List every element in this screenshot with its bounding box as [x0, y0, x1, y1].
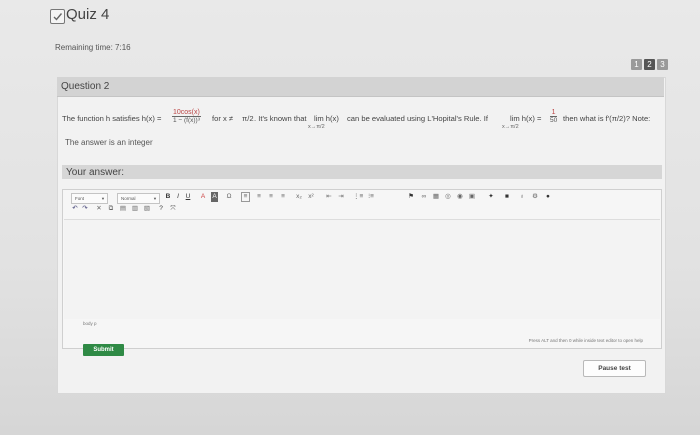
equation-icon[interactable]: ● [544, 192, 552, 202]
page-title: Quiz 4 [66, 6, 110, 23]
title-bar: Quiz 4 [0, 0, 700, 32]
font-select-caret-icon: ▼ [101, 196, 105, 201]
rich-text-editor: Font ▼ Normal ▼ B I U A A Ω ≡ ≡ ≡ ≡ x₂ x² … [62, 189, 662, 349]
subscript-button[interactable]: x₂ [295, 192, 303, 202]
fraction-h-denominator: 1 − (f(x))³ [172, 117, 200, 124]
paste-text-icon[interactable]: ▥ [131, 204, 139, 214]
your-answer-header: Your answer: [62, 165, 662, 179]
text-color-button[interactable]: A [199, 192, 207, 202]
settings-icon[interactable]: ⚙ [531, 192, 539, 202]
media-icon[interactable]: ■ [503, 192, 511, 202]
outdent-icon[interactable]: ⇤ [325, 192, 333, 202]
help-button[interactable]: ? [157, 204, 165, 214]
bg-color-button[interactable]: A [211, 192, 218, 202]
fraction-h-numerator: 10cos(x) [172, 109, 201, 117]
align-left-icon[interactable]: ≡ [241, 192, 250, 202]
question-statement: The function h satisfies h(x) = 10cos(x)… [62, 107, 677, 137]
undo-button[interactable]: ↶ [71, 204, 79, 214]
limit-subscript: x→π/2 [308, 124, 325, 130]
redo-button[interactable]: ↷ [81, 204, 89, 214]
code-icon[interactable]: ♁ [518, 192, 526, 202]
fraction-value-denominator: 50 [550, 117, 558, 124]
statement-limit: lim h(x) [314, 114, 339, 123]
bold-button[interactable]: B [164, 192, 172, 202]
editor-help-hint: Press ALT and then 0 while inside text e… [528, 338, 643, 343]
answer-note: The answer is an integer [65, 138, 153, 147]
element-path: body p [83, 321, 97, 326]
statement-intro: The function h satisfies h(x) = [62, 114, 162, 123]
font-select-label: Font [75, 196, 85, 201]
editor-toolbar-row-2: ↶ ↷ ✕ ⧉ ▤ ▥ ▧ ? ⤧ [63, 204, 661, 216]
statement-condition: for x ≠ [212, 114, 234, 123]
size-select[interactable]: Normal ▼ [117, 193, 160, 204]
table-icon[interactable]: ▦ [432, 192, 440, 202]
question-nav: 1 2 3 [631, 59, 668, 70]
flag-icon[interactable]: ⚑ [407, 192, 415, 202]
bullet-list-icon[interactable]: ⁝≡ [367, 192, 375, 202]
link-icon[interactable]: ∞ [420, 192, 428, 202]
underline-button[interactable]: U [184, 192, 192, 202]
fraction-value-numerator: 1 [550, 109, 558, 117]
pause-test-button[interactable]: Pause test [583, 360, 646, 377]
insert-icon[interactable]: ✦ [487, 192, 495, 202]
statement-limit-2: lim h(x) = [510, 114, 542, 123]
statement-pi-half: π/2 [242, 114, 254, 123]
editor-toolbar-row-1: Font ▼ Normal ▼ B I U A A Ω ≡ ≡ ≡ ≡ x₂ x² … [63, 192, 661, 204]
numbered-list-icon[interactable]: ⋮≡ [353, 192, 363, 202]
align-center-icon[interactable]: ≡ [255, 192, 263, 202]
align-right-icon[interactable]: ≡ [267, 192, 275, 202]
special-char-button[interactable]: Ω [225, 192, 233, 202]
size-select-label: Normal [121, 196, 136, 201]
remaining-time: Remaining time: 7:16 [55, 43, 131, 52]
question-nav-3[interactable]: 3 [657, 59, 668, 70]
fullscreen-button[interactable]: ⤧ [169, 204, 177, 214]
question-nav-2[interactable]: 2 [644, 59, 655, 70]
statement-tail: then what is f′(π/2)? Note: [563, 114, 651, 123]
fraction-value: 1 50 [550, 109, 558, 124]
statement-middle: . It's known that [254, 114, 307, 123]
quiz-icon [50, 9, 65, 24]
question-nav-1[interactable]: 1 [631, 59, 642, 70]
superscript-button[interactable]: x² [307, 192, 315, 202]
indent-icon[interactable]: ⇥ [337, 192, 345, 202]
globe-icon[interactable]: ◎ [444, 192, 452, 202]
question-label: Question 2 [61, 81, 110, 92]
answer-text-area[interactable] [64, 219, 660, 319]
submit-button[interactable]: Submit [83, 344, 124, 356]
italic-button[interactable]: I [174, 192, 182, 202]
record-icon[interactable]: ◉ [456, 192, 464, 202]
paste-icon[interactable]: ▤ [119, 204, 127, 214]
font-select[interactable]: Font ▼ [71, 193, 108, 204]
image-icon[interactable]: ▣ [468, 192, 476, 202]
align-justify-icon[interactable]: ≡ [279, 192, 287, 202]
question-header: Question 2 [57, 77, 664, 97]
size-select-caret-icon: ▼ [153, 196, 157, 201]
paste-word-icon[interactable]: ▧ [143, 204, 151, 214]
fraction-h: 10cos(x) 1 − (f(x))³ [172, 109, 201, 124]
copy-icon[interactable]: ⧉ [107, 204, 115, 214]
limit-subscript-2: x→π/2 [502, 124, 519, 130]
cut-button[interactable]: ✕ [95, 204, 103, 214]
statement-rule: can be evaluated using L'Hopital's Rule.… [347, 114, 488, 123]
your-answer-label: Your answer: [66, 167, 124, 178]
